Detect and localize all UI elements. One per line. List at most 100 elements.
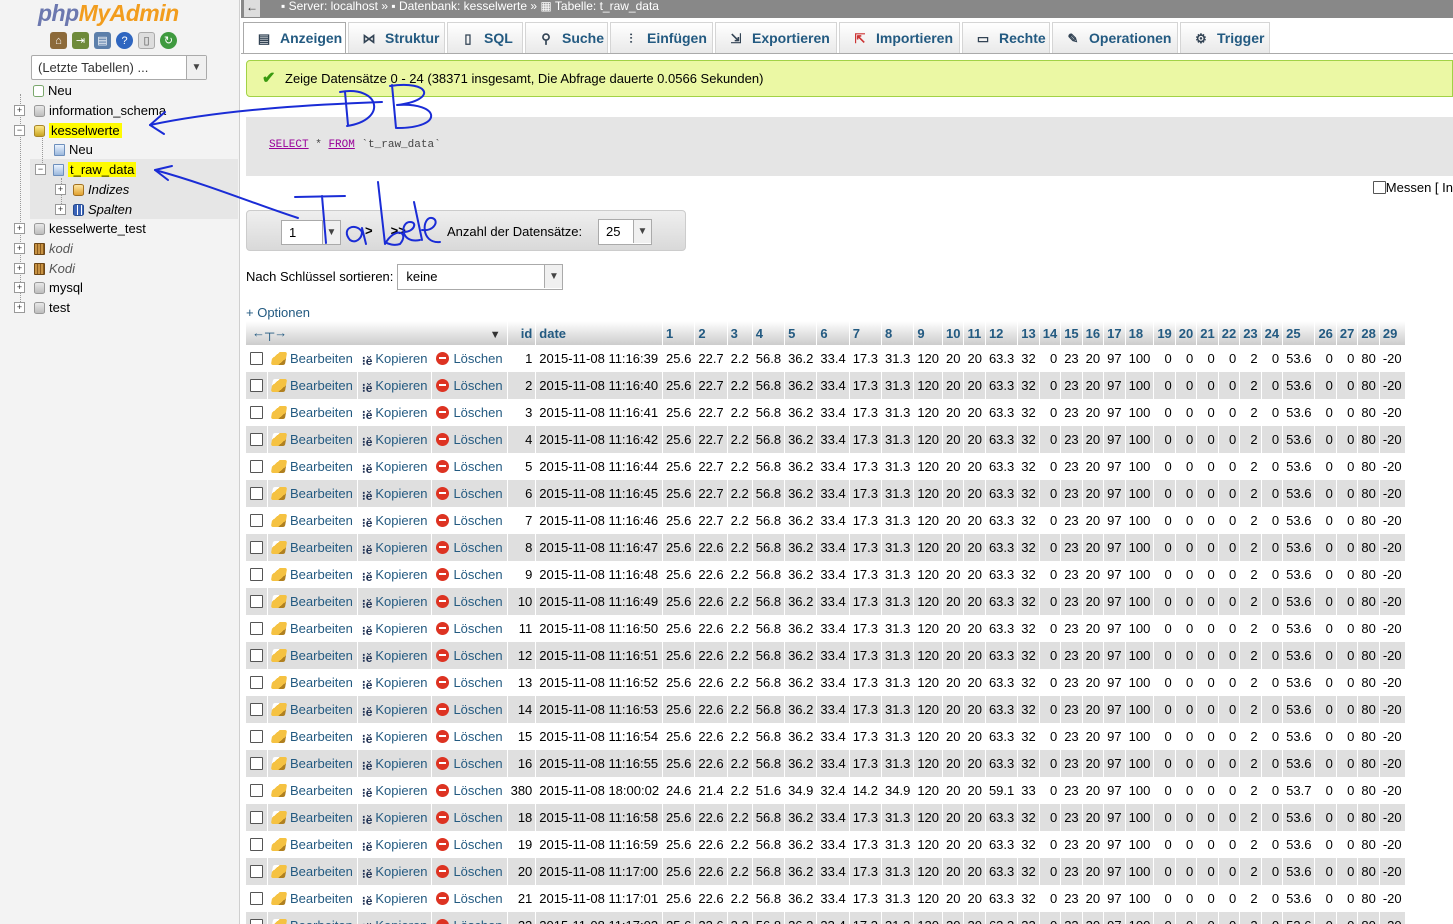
table-cell[interactable]: 32 bbox=[1017, 858, 1040, 885]
table-cell[interactable]: 23 bbox=[1060, 858, 1083, 885]
table-cell[interactable]: 36.2 bbox=[784, 453, 818, 480]
table-cell[interactable]: 80 bbox=[1357, 858, 1380, 885]
table-cell[interactable]: 2015-11-08 11:16:46 bbox=[535, 507, 664, 534]
column-header-17[interactable]: 17 bbox=[1103, 321, 1126, 345]
table-cell[interactable]: 0 bbox=[1175, 723, 1198, 750]
table-cell[interactable]: -20 bbox=[1379, 642, 1406, 669]
docs-icon[interactable]: ▯ bbox=[138, 32, 155, 49]
table-cell[interactable]: 0 bbox=[1261, 912, 1284, 924]
row-checkbox[interactable] bbox=[246, 588, 268, 615]
table-cell[interactable]: 22.7 bbox=[694, 426, 728, 453]
table-cell[interactable]: 80 bbox=[1357, 345, 1380, 372]
table-cell[interactable]: 11 bbox=[507, 615, 537, 642]
table-cell[interactable]: 31.3 bbox=[881, 426, 915, 453]
row-checkbox[interactable] bbox=[246, 561, 268, 588]
table-cell[interactable]: 120 bbox=[913, 453, 944, 480]
table-cell[interactable]: 97 bbox=[1103, 615, 1126, 642]
column-header-2[interactable]: 2 bbox=[694, 321, 728, 345]
table-cell[interactable]: 100 bbox=[1125, 642, 1155, 669]
table-cell[interactable]: 20 bbox=[1082, 453, 1105, 480]
table-cell[interactable]: 100 bbox=[1125, 561, 1155, 588]
table-cell[interactable]: 0 bbox=[1039, 588, 1062, 615]
row-checkbox[interactable] bbox=[246, 345, 268, 372]
table-cell[interactable]: 56.8 bbox=[752, 885, 786, 912]
table-cell[interactable]: -20 bbox=[1379, 588, 1406, 615]
table-cell[interactable]: 2 bbox=[1239, 399, 1262, 426]
table-cell[interactable]: 56.8 bbox=[752, 669, 786, 696]
tab-trigger[interactable]: ⚙ Trigger bbox=[1180, 22, 1270, 53]
table-cell[interactable]: 2015-11-08 11:16:47 bbox=[535, 534, 664, 561]
table-cell[interactable]: 63.3 bbox=[985, 750, 1019, 777]
checkbox-icon[interactable] bbox=[250, 649, 263, 662]
table-cell[interactable]: 2015-11-08 11:16:41 bbox=[535, 399, 664, 426]
table-cell[interactable]: 20 bbox=[942, 723, 965, 750]
table-cell[interactable]: 56.8 bbox=[752, 480, 786, 507]
table-cell[interactable]: 23 bbox=[1060, 777, 1083, 804]
table-cell[interactable]: 120 bbox=[913, 507, 944, 534]
table-cell[interactable]: 100 bbox=[1125, 912, 1155, 924]
table-cell[interactable]: 22.6 bbox=[694, 561, 728, 588]
delete-link[interactable]: Löschen bbox=[431, 642, 508, 669]
table-cell[interactable]: 32 bbox=[1017, 588, 1040, 615]
delete-link[interactable]: Löschen bbox=[431, 723, 508, 750]
table-cell[interactable]: 80 bbox=[1357, 588, 1380, 615]
table-cell[interactable]: 22.6 bbox=[694, 696, 728, 723]
breadcrumb-database[interactable]: Datenbank: kesselwerte bbox=[399, 0, 527, 13]
table-cell[interactable]: 22 bbox=[507, 912, 537, 924]
table-cell[interactable]: 0 bbox=[1218, 426, 1241, 453]
table-cell[interactable]: 0 bbox=[1175, 399, 1198, 426]
table-cell[interactable]: 32 bbox=[1017, 534, 1040, 561]
table-cell[interactable]: 23 bbox=[1060, 669, 1083, 696]
copy-link[interactable]: ⁝ĕKopieren bbox=[357, 696, 433, 723]
table-cell[interactable]: 63.3 bbox=[985, 588, 1019, 615]
table-cell[interactable]: 120 bbox=[913, 669, 944, 696]
table-cell[interactable]: 0 bbox=[1314, 480, 1337, 507]
table-cell[interactable]: 2.2 bbox=[727, 777, 753, 804]
table-cell[interactable]: 0 bbox=[1218, 885, 1241, 912]
table-cell[interactable]: 0 bbox=[1261, 642, 1284, 669]
table-cell[interactable]: 33.4 bbox=[816, 480, 850, 507]
table-cell[interactable]: 0 bbox=[1336, 642, 1359, 669]
table-cell[interactable]: 0 bbox=[1336, 426, 1359, 453]
copy-link[interactable]: ⁝ĕKopieren bbox=[357, 507, 433, 534]
table-cell[interactable]: 25.6 bbox=[662, 507, 696, 534]
column-header-12[interactable]: 12 bbox=[985, 321, 1019, 345]
checkbox-icon[interactable] bbox=[1372, 181, 1386, 194]
table-cell[interactable]: 0 bbox=[1153, 588, 1176, 615]
table-cell[interactable]: 22.7 bbox=[694, 480, 728, 507]
table-cell[interactable]: 0 bbox=[1314, 642, 1337, 669]
table-cell[interactable]: 0 bbox=[1153, 858, 1176, 885]
delete-link[interactable]: Löschen bbox=[431, 453, 508, 480]
table-cell[interactable]: 36.2 bbox=[784, 561, 818, 588]
table-cell[interactable]: 2 bbox=[1239, 912, 1262, 924]
edit-link[interactable]: Bearbeiten bbox=[267, 399, 358, 426]
table-cell[interactable]: 2015-11-08 11:16:53 bbox=[535, 696, 664, 723]
table-cell[interactable]: 0 bbox=[1196, 507, 1219, 534]
table-cell[interactable]: 100 bbox=[1125, 723, 1155, 750]
copy-link[interactable]: ⁝ĕKopieren bbox=[357, 912, 433, 924]
table-cell[interactable]: 0 bbox=[1261, 453, 1284, 480]
table-cell[interactable]: 20 bbox=[963, 507, 986, 534]
table-cell[interactable]: 63.3 bbox=[985, 831, 1019, 858]
table-cell[interactable]: 63.3 bbox=[985, 372, 1019, 399]
table-cell[interactable]: 32 bbox=[1017, 750, 1040, 777]
edit-link[interactable]: Bearbeiten bbox=[267, 696, 358, 723]
table-cell[interactable]: 23 bbox=[1060, 912, 1083, 924]
table-cell[interactable]: 2.2 bbox=[727, 831, 753, 858]
table-cell[interactable]: 2 bbox=[1239, 588, 1262, 615]
table-cell[interactable]: 8 bbox=[507, 534, 537, 561]
table-cell[interactable]: 33.4 bbox=[816, 642, 850, 669]
table-cell[interactable]: 33.4 bbox=[816, 426, 850, 453]
table-cell[interactable]: 97 bbox=[1103, 399, 1126, 426]
tree-item-kesselwerte-test[interactable]: + kesselwerte_test bbox=[14, 219, 146, 238]
table-cell[interactable]: 0 bbox=[1039, 885, 1062, 912]
expand-icon[interactable]: + bbox=[14, 105, 25, 116]
table-cell[interactable]: 0 bbox=[1261, 426, 1284, 453]
table-cell[interactable]: 17.3 bbox=[849, 507, 883, 534]
checkbox-icon[interactable] bbox=[250, 568, 263, 581]
table-cell[interactable]: -20 bbox=[1379, 534, 1406, 561]
copy-link[interactable]: ⁝ĕKopieren bbox=[357, 345, 433, 372]
table-cell[interactable]: 20 bbox=[942, 696, 965, 723]
table-cell[interactable]: 25.6 bbox=[662, 345, 696, 372]
table-cell[interactable]: 0 bbox=[1175, 831, 1198, 858]
